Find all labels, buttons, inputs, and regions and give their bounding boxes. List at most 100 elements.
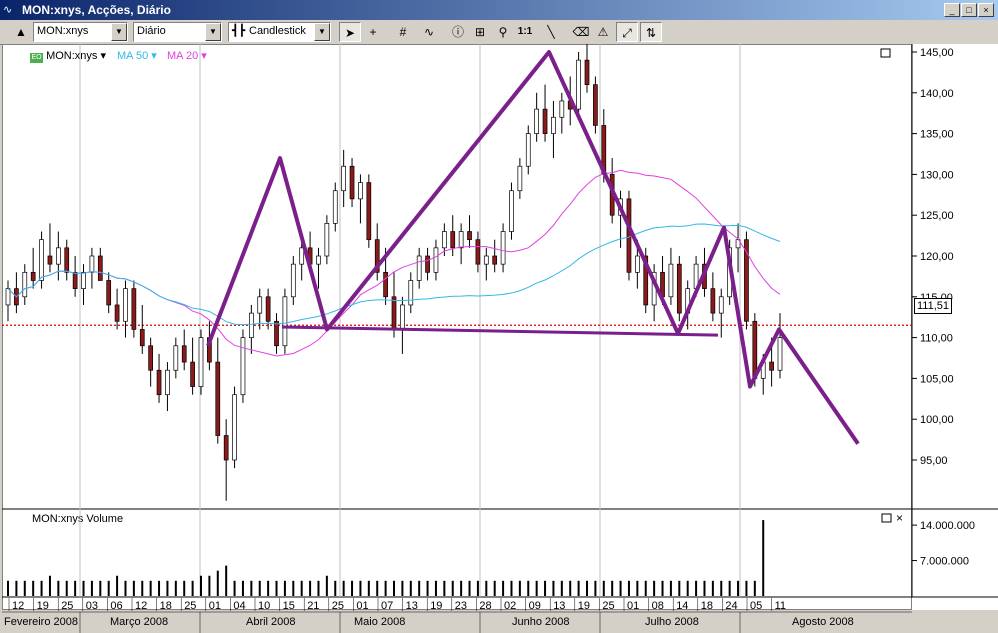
candle-body: [5, 288, 11, 306]
candle-body: [181, 345, 187, 363]
volume-bar: [686, 580, 689, 596]
volume-bar: [334, 580, 337, 596]
volume-bar: [728, 580, 731, 596]
volume-bar: [149, 580, 152, 596]
volume-bar: [669, 580, 672, 596]
candle-body: [316, 255, 321, 265]
candle-body: [299, 247, 305, 265]
candle-body: [349, 165, 355, 200]
candle-body: [198, 337, 204, 387]
day-label: 12: [12, 600, 24, 612]
volume-bar: [510, 580, 513, 596]
candle-body: [668, 263, 674, 298]
volume-bar: [434, 580, 437, 596]
day-label: 19: [578, 600, 590, 612]
day-label: 06: [110, 600, 122, 612]
volume-bar: [518, 580, 521, 596]
volume-bar: [208, 575, 211, 596]
volume-bar: [544, 580, 547, 596]
volume-bar: [309, 580, 312, 596]
volume-bar: [367, 580, 370, 596]
candle-body: [358, 182, 363, 200]
volume-bar: [300, 580, 303, 596]
candle-body: [114, 304, 120, 322]
candle-body: [593, 84, 598, 126]
volume-bar: [644, 580, 647, 596]
candle-body: [517, 165, 523, 192]
candle-body: [22, 271, 28, 298]
candle-body: [634, 255, 640, 273]
month-label: Fevereiro 2008: [4, 616, 78, 628]
volume-bar: [292, 580, 295, 596]
candle-body: [139, 329, 145, 347]
volume-bar: [737, 580, 740, 596]
price-tick-label: 130,00: [920, 169, 954, 181]
current-price-label: 111,51: [914, 298, 952, 314]
candle-body: [584, 59, 590, 85]
volume-bar: [762, 520, 765, 596]
volume-bar: [233, 580, 236, 596]
volume-tick-label: 7.000.000: [920, 556, 969, 568]
day-label: 25: [602, 600, 614, 612]
candle-body: [265, 296, 271, 322]
day-label: 04: [233, 600, 245, 612]
candle-body: [475, 239, 481, 265]
volume-bar: [661, 580, 664, 596]
price-tick-label: 100,00: [920, 414, 954, 426]
day-label: 01: [209, 600, 221, 612]
volume-bar: [342, 580, 345, 596]
candle-body: [332, 190, 338, 224]
candle-body: [366, 182, 372, 241]
volume-bar: [720, 580, 723, 596]
volume-bar: [141, 580, 144, 596]
volume-bar: [552, 580, 555, 596]
volume-bar: [577, 580, 580, 596]
candle-body: [500, 231, 506, 265]
candle-body: [324, 223, 330, 257]
volume-bar: [225, 565, 228, 596]
month-label: Abril 2008: [246, 616, 296, 628]
candle-body: [777, 337, 783, 371]
candle-body: [131, 288, 137, 330]
volume-bar: [116, 575, 119, 596]
volume-bar: [476, 580, 479, 596]
neckline: [281, 325, 719, 337]
candle-body: [341, 165, 347, 192]
volume-bar: [48, 575, 51, 596]
day-label: 19: [430, 600, 442, 612]
candle-body: [240, 337, 246, 396]
day-label: 18: [701, 600, 713, 612]
candle-body: [576, 59, 581, 110]
price-tick-label: 105,00: [920, 373, 954, 385]
volume-bar: [283, 580, 286, 596]
candle-body: [676, 263, 682, 314]
day-label: 12: [135, 600, 147, 612]
day-label: 25: [332, 600, 344, 612]
candle-body: [190, 361, 195, 387]
volume-bar: [124, 580, 127, 596]
day-label: 24: [725, 600, 737, 612]
volume-bar: [275, 580, 278, 596]
day-label: 19: [37, 600, 49, 612]
candle-body: [72, 271, 78, 289]
price-tick-label: 140,00: [920, 88, 954, 100]
candle-body: [483, 255, 489, 265]
head-and-shoulders-pattern: [206, 50, 860, 445]
volume-bar: [15, 580, 18, 596]
day-label: 23: [455, 600, 467, 612]
volume-bar: [384, 580, 387, 596]
volume-bar: [695, 580, 698, 596]
price-tick-label: 120,00: [920, 251, 954, 263]
candle-body: [752, 320, 758, 379]
candle-body: [232, 394, 237, 461]
volume-bar: [57, 580, 60, 596]
volume-bar: [619, 580, 622, 596]
day-label: 01: [356, 600, 368, 612]
month-label: Agosto 2008: [792, 616, 854, 628]
volume-bar: [65, 580, 68, 596]
candle-body: [89, 255, 95, 273]
volume-bar: [174, 580, 177, 596]
candle-body: [542, 108, 548, 134]
volume-bar: [611, 580, 614, 596]
day-label: 13: [553, 600, 565, 612]
